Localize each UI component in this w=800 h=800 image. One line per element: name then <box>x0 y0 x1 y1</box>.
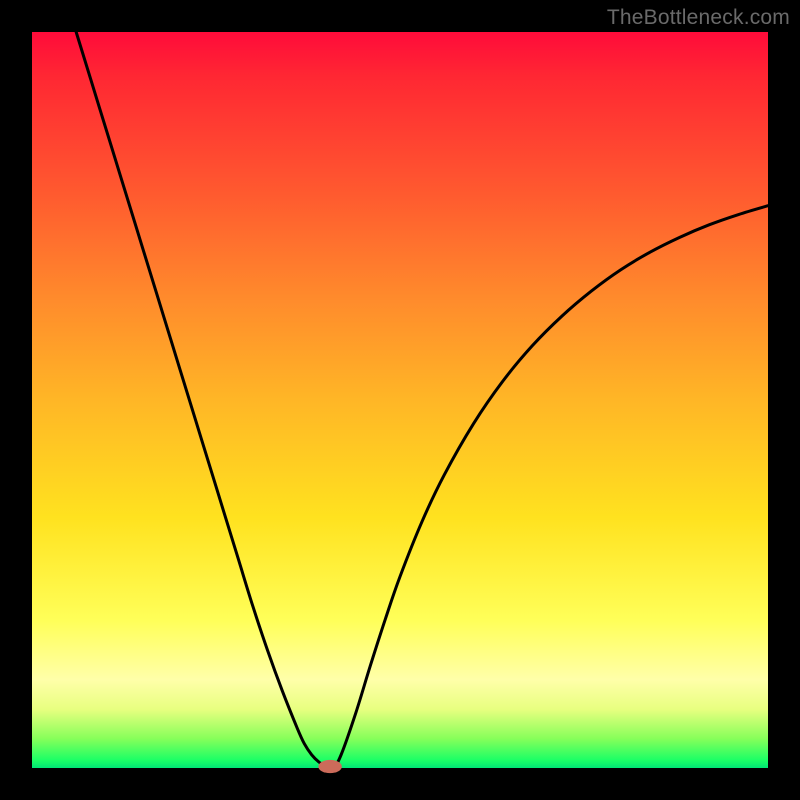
chart-svg <box>32 32 768 768</box>
watermark-text: TheBottleneck.com <box>607 6 790 30</box>
chart-frame: TheBottleneck.com <box>0 0 800 800</box>
minimum-marker <box>318 760 342 773</box>
bottleneck-curve <box>76 32 768 768</box>
